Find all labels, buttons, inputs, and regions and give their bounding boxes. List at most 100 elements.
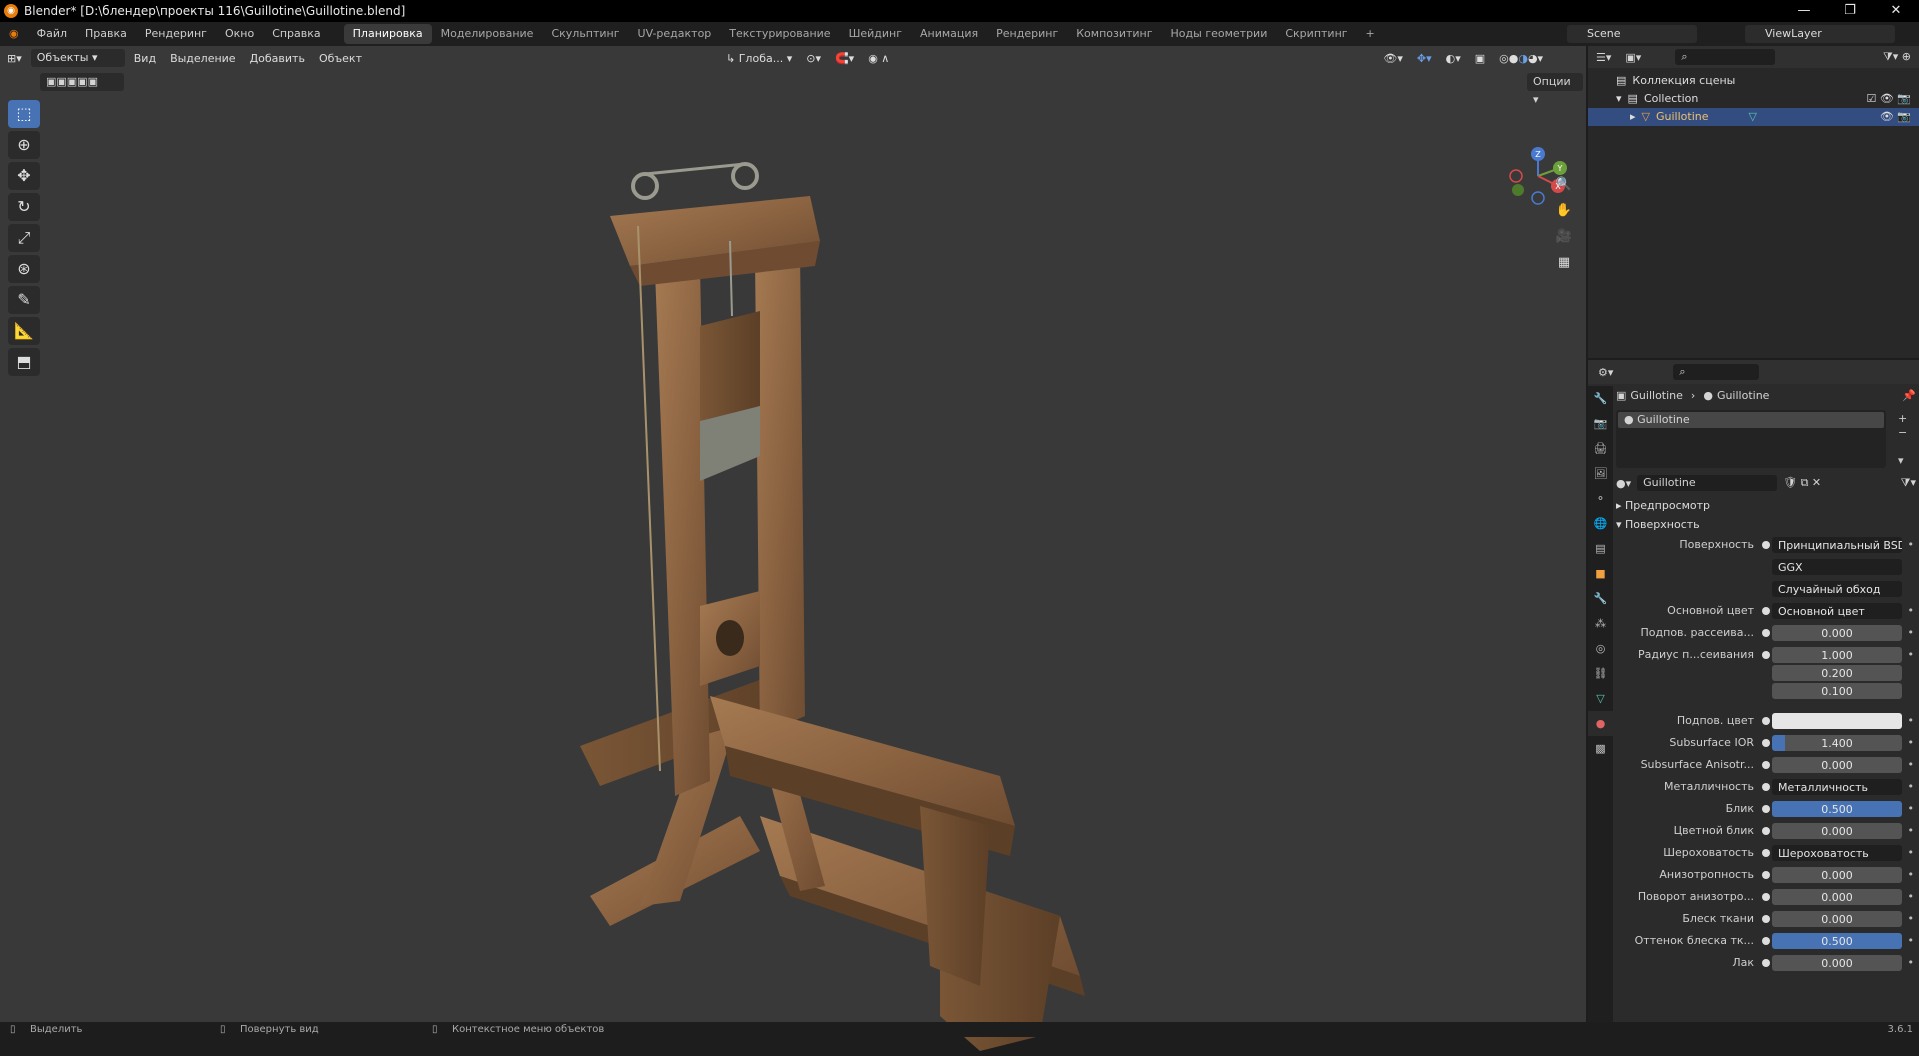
property-field[interactable]: 1.000 bbox=[1772, 647, 1902, 663]
socket-dot-icon[interactable] bbox=[1762, 805, 1770, 813]
scene-selector[interactable]: Scene bbox=[1567, 25, 1697, 43]
perspective-grid-icon[interactable]: ▦ bbox=[1553, 252, 1575, 274]
property-field[interactable]: 0.500 bbox=[1772, 801, 1902, 817]
socket-dot-icon[interactable] bbox=[1762, 827, 1770, 835]
transform-tool[interactable]: ⊛ bbox=[8, 255, 40, 283]
socket-dot-icon[interactable] bbox=[1762, 959, 1770, 967]
scene-collection-row[interactable]: ▤ Коллекция сцены bbox=[1588, 72, 1919, 90]
world-tab-icon[interactable]: 🌐 bbox=[1588, 511, 1613, 536]
property-dropdown[interactable]: GGX bbox=[1772, 559, 1902, 575]
transform-orientation-dropdown[interactable]: ↳ Глоба... ▾ bbox=[719, 52, 799, 65]
move-tool[interactable]: ✥ bbox=[8, 162, 40, 190]
keyframe-dot-icon[interactable]: • bbox=[1908, 756, 1915, 774]
property-dropdown[interactable]: Случайный обход bbox=[1772, 581, 1902, 597]
pin-icon[interactable]: 📌 bbox=[1902, 386, 1916, 406]
property-field[interactable]: 0.200 bbox=[1772, 665, 1902, 681]
socket-dot-icon[interactable] bbox=[1762, 893, 1770, 901]
xray-icon[interactable]: ▣ bbox=[1468, 52, 1492, 65]
surface-section[interactable]: ▾ Поверхность bbox=[1616, 515, 1916, 535]
keyframe-dot-icon[interactable]: • bbox=[1908, 932, 1915, 950]
pivot-point-icon[interactable]: ⊙▾ bbox=[799, 52, 828, 65]
tab-modeling[interactable]: Моделирование bbox=[432, 24, 543, 44]
property-field[interactable]: 0.500 bbox=[1772, 933, 1902, 949]
tab-compositing[interactable]: Композитинг bbox=[1067, 24, 1161, 44]
particles-tab-icon[interactable]: ⁂ bbox=[1588, 611, 1613, 636]
properties-editor-type-icon[interactable]: ⚙▾ bbox=[1598, 366, 1613, 379]
socket-dot-icon[interactable] bbox=[1762, 871, 1770, 879]
tab-animation[interactable]: Анимация bbox=[911, 24, 987, 44]
keyframe-dot-icon[interactable]: • bbox=[1908, 712, 1915, 730]
output-tab-icon[interactable]: 🖨 bbox=[1588, 436, 1613, 461]
menu-window[interactable]: Окно bbox=[216, 22, 263, 46]
property-field[interactable]: 0.000 bbox=[1772, 625, 1902, 641]
preview-section[interactable]: ▸ Предпросмотр bbox=[1616, 496, 1916, 516]
tab-texture-paint[interactable]: Текстурирование bbox=[720, 24, 839, 44]
socket-dot-icon[interactable] bbox=[1762, 849, 1770, 857]
menu-help[interactable]: Справка bbox=[263, 22, 329, 46]
view-layer-selector[interactable]: ViewLayer bbox=[1745, 25, 1895, 43]
shading-modes[interactable]: ◎●◑◕▾ bbox=[1492, 52, 1550, 65]
keyframe-dot-icon[interactable]: • bbox=[1908, 888, 1915, 906]
outliner-editor-type-icon[interactable]: ☰▾ bbox=[1596, 51, 1611, 64]
guillotine-object-row[interactable]: ▸ ▽ Guillotine ▽ 👁 📷 bbox=[1588, 108, 1919, 126]
material-slot-list[interactable]: ● Guillotine bbox=[1616, 410, 1886, 468]
proportional-edit-icon[interactable]: ◉ ∧ bbox=[861, 52, 896, 65]
editor-type-icon[interactable]: ⊞▾ bbox=[0, 52, 29, 65]
overlay-toggle-icon[interactable]: ◐▾ bbox=[1439, 52, 1468, 65]
menu-object[interactable]: Объект bbox=[312, 52, 369, 65]
modifier-tab-icon[interactable]: 🔧 bbox=[1588, 586, 1613, 611]
expand-arrow-icon[interactable]: ▸ bbox=[1630, 108, 1636, 126]
tab-geometry-nodes[interactable]: Ноды геометрии bbox=[1162, 24, 1277, 44]
expand-arrow-icon[interactable]: ▾ bbox=[1616, 90, 1622, 108]
collection-row[interactable]: ▾ ▤ Collection ☑ 👁 📷 bbox=[1588, 90, 1919, 108]
pan-hand-icon[interactable]: ✋ bbox=[1553, 200, 1575, 222]
keyframe-dot-icon[interactable]: • bbox=[1908, 954, 1915, 972]
measure-tool[interactable]: 📐 bbox=[8, 317, 40, 345]
property-field[interactable]: Металличность bbox=[1772, 779, 1902, 795]
property-field[interactable]: Принципиальный BSDF bbox=[1772, 537, 1902, 553]
annotate-tool[interactable]: ✎ bbox=[8, 286, 40, 314]
tab-sculpting[interactable]: Скульптинг bbox=[542, 24, 628, 44]
property-field[interactable]: 0.000 bbox=[1772, 867, 1902, 883]
property-field[interactable]: 0.000 bbox=[1772, 911, 1902, 927]
tab-uv-editing[interactable]: UV-редактор bbox=[629, 24, 721, 44]
keyframe-dot-icon[interactable]: • bbox=[1908, 910, 1915, 928]
display-mode-icon[interactable]: ▣▾ bbox=[1625, 51, 1641, 64]
selection-mode-buttons[interactable]: ▣▣▣▣▣ bbox=[40, 73, 124, 91]
scene-tab-icon[interactable]: ⚬ bbox=[1588, 486, 1613, 511]
texture-tab-icon[interactable]: ▩ bbox=[1588, 736, 1613, 761]
guillotine-model[interactable] bbox=[560, 116, 1120, 1056]
socket-dot-icon[interactable] bbox=[1762, 651, 1770, 659]
menu-select[interactable]: Выделение bbox=[163, 52, 243, 65]
menu-view[interactable]: Вид bbox=[127, 52, 163, 65]
property-field[interactable]: 0.000 bbox=[1772, 955, 1902, 971]
cursor-tool[interactable]: ⊕ bbox=[8, 131, 40, 159]
add-workspace-button[interactable]: + bbox=[1357, 24, 1384, 44]
tab-shading[interactable]: Шейдинг bbox=[840, 24, 911, 44]
menu-render[interactable]: Рендеринг bbox=[136, 22, 216, 46]
close-button[interactable]: ✕ bbox=[1873, 0, 1919, 22]
keyframe-dot-icon[interactable]: • bbox=[1908, 646, 1915, 664]
options-dropdown[interactable]: Опции ▾ bbox=[1527, 73, 1583, 106]
fake-user-icon[interactable]: 🛡 ⧉ ✕ bbox=[1783, 476, 1821, 490]
socket-dot-icon[interactable] bbox=[1762, 739, 1770, 747]
view-layer-tab-icon[interactable]: 🖼 bbox=[1588, 461, 1613, 486]
socket-dot-icon[interactable] bbox=[1762, 541, 1770, 549]
tab-scripting[interactable]: Скриптинг bbox=[1276, 24, 1356, 44]
collection-visibility-icons[interactable]: ☑ 👁 📷 bbox=[1866, 90, 1911, 108]
material-tab-icon[interactable]: ● bbox=[1588, 711, 1613, 736]
keyframe-dot-icon[interactable]: • bbox=[1908, 778, 1915, 796]
mode-dropdown[interactable]: Объекты ▾ bbox=[30, 49, 125, 67]
property-field[interactable]: 0.000 bbox=[1772, 757, 1902, 773]
constraints-tab-icon[interactable]: ⛓ bbox=[1588, 661, 1613, 686]
tab-layout[interactable]: Планировка bbox=[343, 24, 432, 44]
color-swatch[interactable] bbox=[1772, 713, 1902, 729]
keyframe-dot-icon[interactable]: • bbox=[1908, 844, 1915, 862]
gizmo-toggle-icon[interactable]: ✥▾ bbox=[1410, 52, 1439, 65]
object-visibility-icons[interactable]: 👁 📷 bbox=[1880, 108, 1911, 126]
visibility-icon[interactable]: 👁▾ bbox=[1376, 52, 1410, 65]
select-box-tool[interactable]: ⬚ bbox=[8, 100, 40, 128]
property-field[interactable]: Основной цвет bbox=[1772, 603, 1902, 619]
keyframe-dot-icon[interactable]: • bbox=[1908, 800, 1915, 818]
keyframe-dot-icon[interactable]: • bbox=[1908, 602, 1915, 620]
